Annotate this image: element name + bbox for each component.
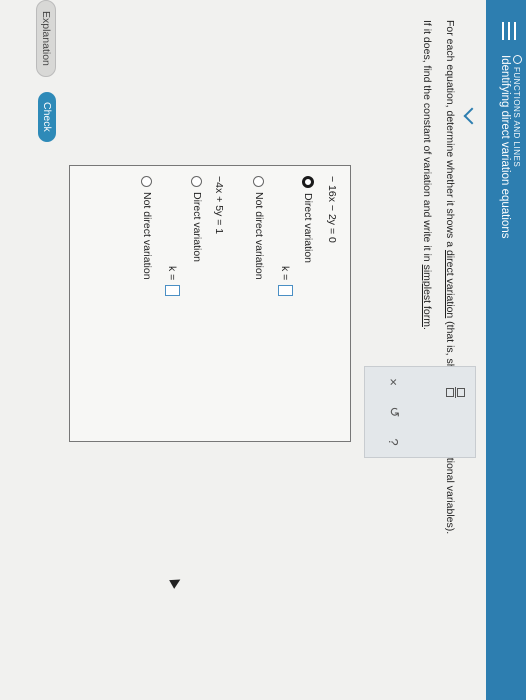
option-direct-variation-2[interactable]: Direct variation — [191, 176, 203, 262]
option-label: Direct variation — [191, 192, 203, 263]
category-text: FUNCTIONS AND LINES — [512, 67, 521, 168]
check-button[interactable]: Check — [38, 92, 56, 142]
menu-icon[interactable] — [502, 22, 516, 40]
option-label: Not direct variation — [253, 192, 265, 280]
close-icon[interactable]: × — [383, 371, 405, 393]
direct-variation-link[interactable]: direct variation — [444, 250, 456, 318]
k-field-1: k = — [278, 266, 293, 297]
category-label: FUNCTIONS AND LINES — [512, 55, 522, 167]
radio-button[interactable] — [253, 176, 265, 187]
category-dot-icon — [513, 55, 522, 64]
equation-2: −4x + 5y = 1 — [213, 176, 225, 235]
fraction-icon[interactable] — [445, 381, 467, 403]
option-label: Direct variation — [302, 193, 314, 264]
k-field-2: k = — [165, 266, 180, 297]
option-not-direct-1[interactable]: Not direct variation — [253, 176, 265, 280]
page-stage: FUNCTIONS AND LINES Identifying direct v… — [0, 0, 526, 700]
radio-button[interactable] — [141, 176, 153, 187]
problems-box: − 16x − 2y = 0 Direct variation k = Not … — [69, 165, 351, 442]
k-input-1[interactable] — [278, 285, 293, 297]
radio-button[interactable] — [191, 176, 203, 187]
instruction-text: If it does, find the constant of variati… — [421, 20, 433, 265]
undo-icon[interactable]: ↺ — [383, 401, 405, 423]
radio-button[interactable] — [302, 176, 314, 188]
instruction-text: . — [421, 327, 433, 330]
top-bar: FUNCTIONS AND LINES Identifying direct v… — [486, 0, 526, 700]
equation-1: − 16x − 2y = 0 — [326, 176, 338, 243]
page-title: Identifying direct variation equations — [499, 55, 511, 239]
k-label: k = — [279, 266, 292, 281]
k-label: k = — [166, 266, 179, 281]
explanation-button[interactable]: Explanation — [36, 0, 56, 77]
simplest-form-link[interactable]: simplest form — [421, 265, 433, 327]
option-direct-variation-1[interactable]: Direct variation — [302, 176, 314, 263]
math-toolbox: × ↺ ? — [364, 366, 476, 458]
help-icon[interactable]: ? — [383, 431, 405, 453]
option-not-direct-2[interactable]: Not direct variation — [141, 176, 153, 280]
instruction-text: For each equation, determine whether it … — [444, 20, 456, 250]
instruction-line-2: If it does, find the constant of variati… — [421, 20, 433, 330]
mouse-cursor-icon — [169, 575, 183, 589]
chevron-down-icon[interactable] — [463, 107, 481, 125]
k-input-2[interactable] — [165, 285, 180, 297]
option-label: Not direct variation — [141, 192, 153, 280]
